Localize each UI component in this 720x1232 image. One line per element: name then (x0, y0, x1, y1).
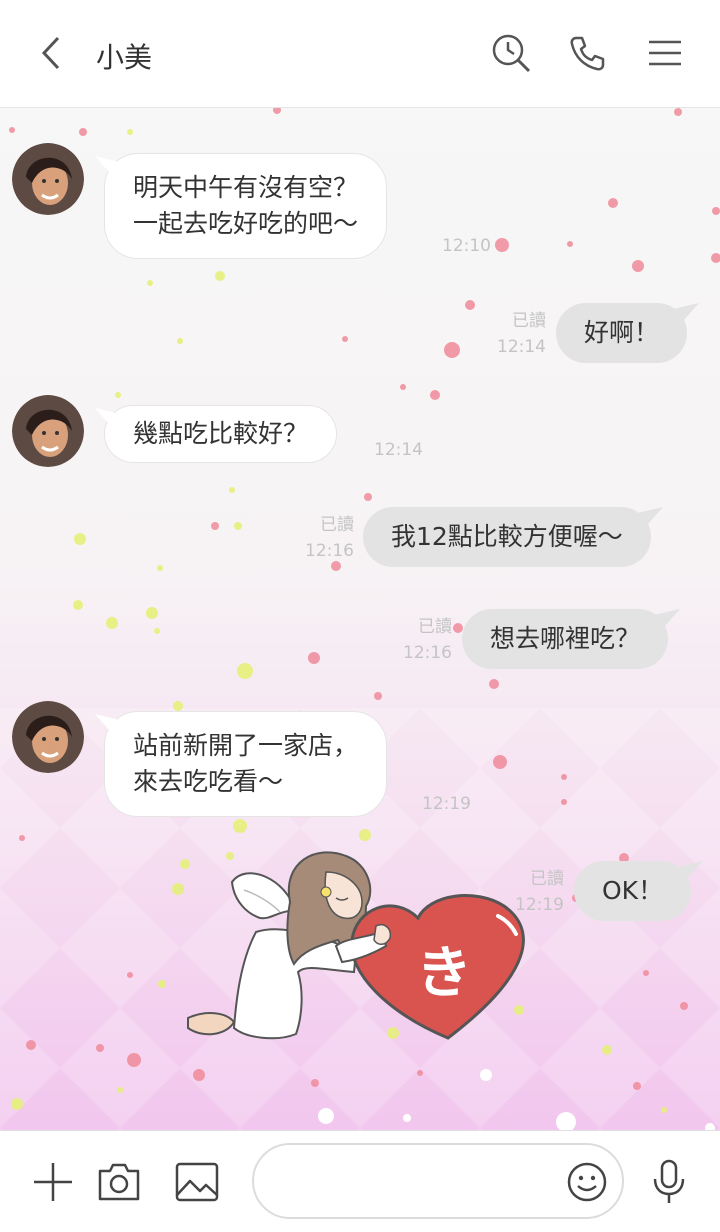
message-text: 我12點比較方便喔～ (391, 522, 623, 551)
message-line: 一起去吃好吃的吧～ (133, 209, 359, 238)
message-line: 明天中午有沒有空？ (133, 173, 359, 202)
message-bubble-incoming[interactable]: 明天中午有沒有空？ 一起去吃好吃的吧～ (95, 153, 388, 259)
chat-header: 小美 (0, 0, 720, 108)
image-icon[interactable] (172, 1157, 222, 1207)
bubble-tail (636, 507, 663, 525)
read-receipt: 已讀 (530, 869, 564, 889)
emoji-icon[interactable] (566, 1161, 608, 1203)
chat-area[interactable]: 明天中午有沒有空？ 一起去吃好吃的吧～ 12:10 已讀 12:14 好啊！ 幾… (0, 108, 720, 1130)
message-read-meta: 已讀 12:14 (490, 308, 546, 360)
message-time: 12:19 (515, 895, 564, 915)
avatar[interactable] (12, 701, 84, 773)
plus-icon[interactable] (28, 1157, 78, 1207)
search-history-icon[interactable] (490, 32, 532, 74)
input-bar (0, 1130, 720, 1232)
message-read-meta: 已讀 12:16 (298, 512, 354, 564)
message-time: 12:16 (403, 643, 452, 663)
message-text: 好啊！ (584, 318, 660, 347)
message-read-meta: 已讀 12:19 (508, 866, 564, 918)
angel-heart-sticker[interactable]: き (186, 842, 540, 1042)
bubble-tail (677, 861, 704, 879)
bubble-tail (95, 156, 119, 172)
message-time: 12:19 (422, 794, 471, 814)
bubble-tail (95, 714, 119, 730)
message-time: 12:14 (497, 337, 546, 357)
message-line: 來去吃吃看～ (133, 767, 284, 796)
phone-icon[interactable] (566, 32, 608, 74)
avatar[interactable] (12, 395, 84, 467)
message-bubble-outgoing[interactable]: OK！ (574, 861, 704, 921)
message-time: 12:14 (374, 440, 423, 460)
read-receipt: 已讀 (512, 311, 546, 331)
bubble-tail (95, 408, 119, 424)
message-text: OK！ (602, 876, 664, 905)
message-line: 幾點吃比較好？ (133, 419, 309, 448)
message-read-meta: 已讀 12:16 (396, 614, 452, 666)
camera-icon[interactable] (94, 1157, 144, 1207)
back-icon[interactable] (30, 30, 76, 76)
message-input-box[interactable] (252, 1143, 624, 1219)
menu-icon[interactable] (644, 32, 686, 74)
avatar[interactable] (12, 143, 84, 215)
message-input[interactable] (278, 1163, 558, 1203)
contact-name[interactable]: 小美 (96, 36, 152, 76)
read-receipt: 已讀 (418, 617, 452, 637)
bubble-tail (654, 609, 681, 627)
message-bubble-outgoing[interactable]: 好啊！ (556, 303, 700, 363)
microphone-icon[interactable] (644, 1157, 694, 1207)
message-bubble-outgoing[interactable]: 我12點比較方便喔～ (363, 507, 663, 567)
message-bubble-incoming[interactable]: 幾點吃比較好？ (95, 405, 338, 463)
message-line: 站前新開了一家店， (133, 731, 359, 760)
message-bubble-outgoing[interactable]: 想去哪裡吃？ (462, 609, 681, 669)
message-bubble-incoming[interactable]: 站前新開了一家店， 來去吃吃看～ (95, 711, 388, 817)
read-receipt: 已讀 (320, 515, 354, 535)
heart-character: き (416, 941, 472, 1006)
message-text: 想去哪裡吃？ (490, 624, 641, 653)
message-time: 12:10 (442, 236, 491, 256)
message-time: 12:16 (305, 541, 354, 561)
bubble-tail (673, 303, 700, 321)
